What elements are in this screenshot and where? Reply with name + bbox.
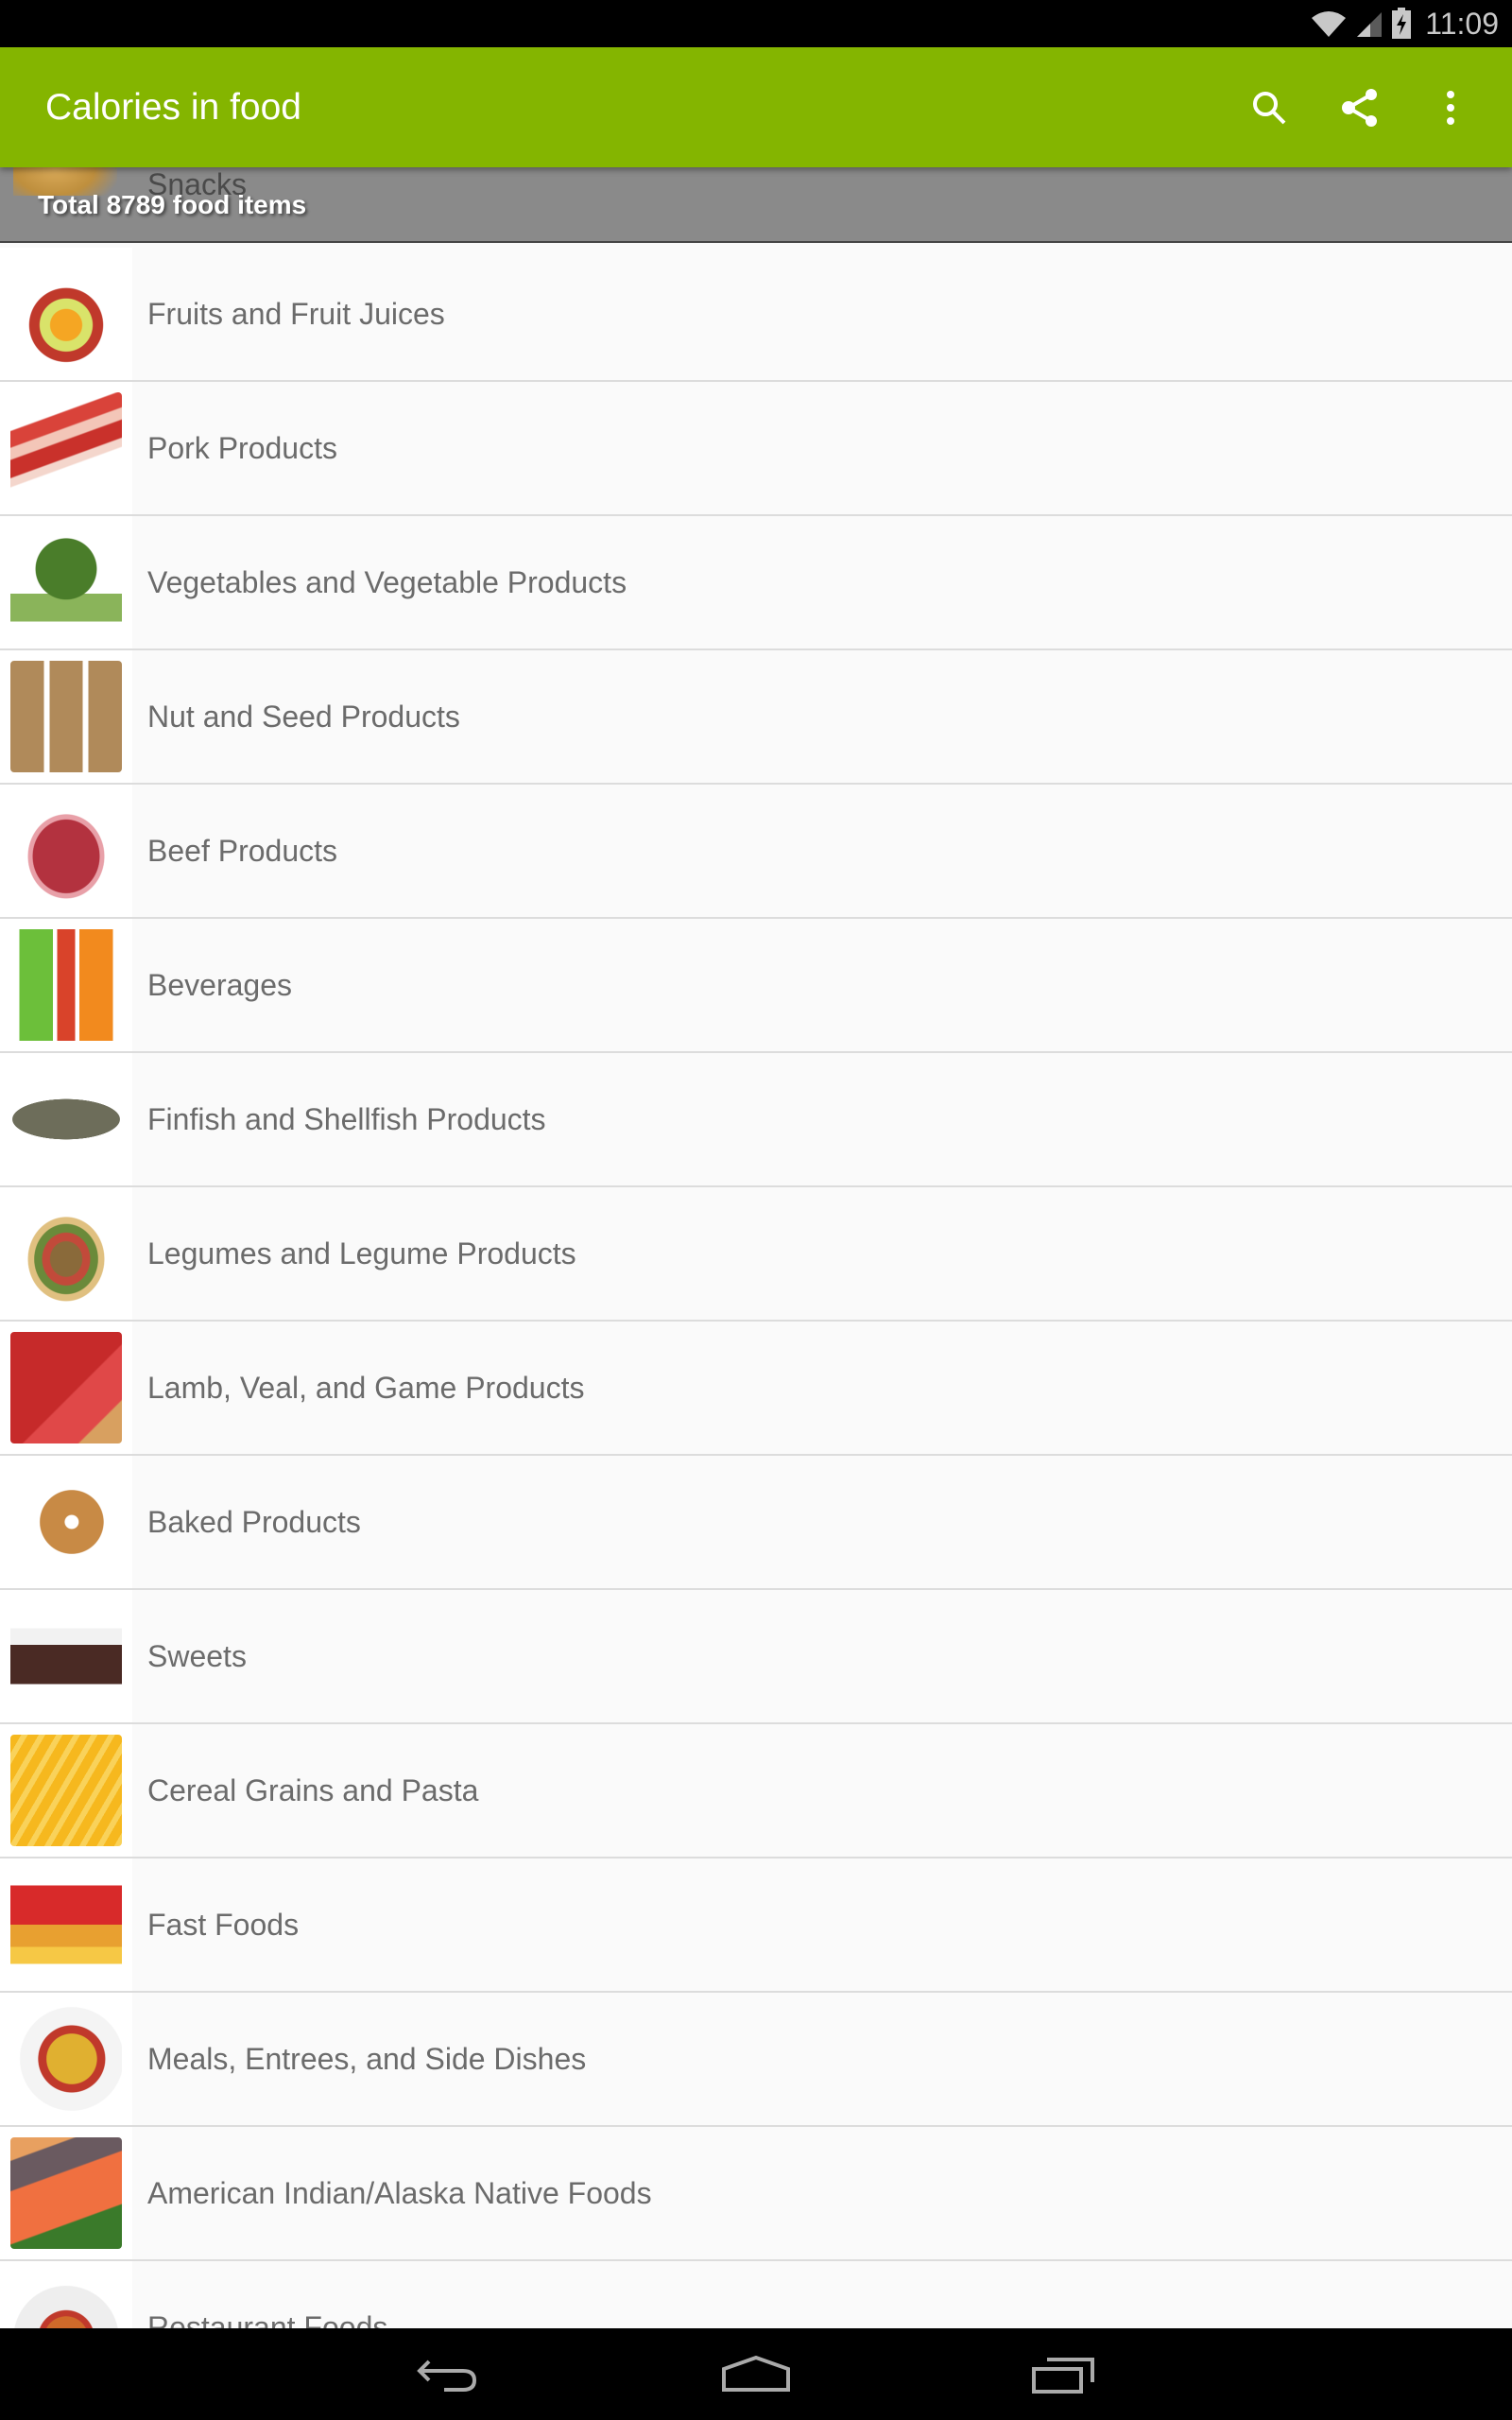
broccoli-image: [10, 527, 122, 638]
category-label: Lamb, Veal, and Game Products: [147, 1371, 585, 1405]
category-label: Vegetables and Vegetable Products: [147, 565, 627, 599]
category-label: Beef Products: [147, 834, 337, 868]
thumbnail-cell: [0, 785, 132, 917]
recents-button[interactable]: [1011, 2343, 1115, 2406]
category-row[interactable]: Legumes and Legume Products: [0, 1187, 1512, 1322]
home-icon: [722, 2356, 790, 2392]
status-bar: 11:09: [0, 0, 1512, 47]
category-row[interactable]: Fast Foods: [0, 1858, 1512, 1993]
beverages-image: [10, 929, 122, 1041]
share-button[interactable]: [1326, 74, 1394, 142]
fast-food-image: [10, 1869, 122, 1980]
thumbnail-cell: [0, 1590, 132, 1722]
salmon-image: [10, 2137, 122, 2249]
overflow-menu-button[interactable]: [1417, 74, 1485, 142]
category-row[interactable]: Vegetables and Vegetable Products: [0, 516, 1512, 650]
thumbnail-cell: [0, 650, 132, 783]
nuts-seeds-image: [10, 661, 122, 772]
home-button[interactable]: [704, 2343, 808, 2406]
category-label: Beverages: [147, 968, 292, 1002]
category-row[interactable]: Beef Products: [0, 785, 1512, 919]
thumbnail-cell: [0, 2127, 132, 2259]
share-icon: [1342, 89, 1377, 127]
category-row[interactable]: Sweets: [0, 1590, 1512, 1724]
cell-signal-icon: [1357, 12, 1383, 37]
fish-image: [10, 1063, 122, 1175]
fruit-juice-image: [10, 258, 122, 370]
total-food-items: Total 8789 food items: [38, 190, 307, 219]
meal-bowl-image: [10, 2003, 122, 2115]
back-icon: [417, 2360, 477, 2392]
category-label: Sweets: [147, 1639, 247, 1673]
category-label: Fruits and Fruit Juices: [147, 297, 445, 331]
raw-meat-image: [10, 1332, 122, 1443]
more-vert-icon: [1447, 91, 1454, 125]
search-button[interactable]: [1235, 74, 1303, 142]
thumbnail-cell: [0, 1456, 132, 1588]
thumbnail-cell: [0, 1322, 132, 1454]
category-row[interactable]: Finfish and Shellfish Products: [0, 1053, 1512, 1187]
thumbnail-cell: [0, 1858, 132, 1991]
category-label: American Indian/Alaska Native Foods: [147, 2176, 652, 2210]
search-icon: [1253, 92, 1286, 125]
thumbnail-cell: [0, 1724, 132, 1857]
app-bar: Calories in food: [0, 47, 1512, 167]
back-button[interactable]: [397, 2343, 501, 2406]
bacon-image: [10, 392, 122, 504]
thumbnail-cell: [0, 382, 132, 514]
category-label: Baked Products: [147, 1505, 361, 1539]
battery-charging-icon: [1392, 8, 1412, 39]
cake-image: [10, 1600, 122, 1712]
clock: 11:09: [1425, 6, 1499, 41]
category-row[interactable]: American Indian/Alaska Native Foods: [0, 2127, 1512, 2261]
category-row[interactable]: Fruits and Fruit Juices: [0, 248, 1512, 382]
category-label: Finfish and Shellfish Products: [147, 1102, 546, 1136]
thumbnail-cell: [0, 1053, 132, 1185]
beef-steak-image: [10, 795, 122, 907]
category-list: Fruits and Fruit Juices Pork Products Vege…: [0, 248, 1512, 2395]
category-row[interactable]: Cereal Grains and Pasta: [0, 1724, 1512, 1858]
status-icons: 11:09: [1310, 0, 1499, 47]
bagel-image: [10, 1466, 122, 1578]
category-label: Legumes and Legume Products: [147, 1236, 576, 1270]
category-label: Nut and Seed Products: [147, 700, 460, 734]
category-label: Pork Products: [147, 431, 337, 465]
list-summary-header: Snacks Total 8789 food items: [0, 167, 1512, 243]
category-label: Fast Foods: [147, 1908, 300, 1942]
category-row[interactable]: Pork Products: [0, 382, 1512, 516]
category-row[interactable]: Lamb, Veal, and Game Products: [0, 1322, 1512, 1456]
recents-icon: [1032, 2358, 1094, 2394]
thumbnail-cell: [0, 1187, 132, 1320]
app-title: Calories in food: [45, 87, 301, 128]
pasta-image: [10, 1735, 122, 1846]
thumbnail-cell: [0, 919, 132, 1051]
wifi-icon: [1312, 11, 1347, 37]
category-row[interactable]: Beverages: [0, 919, 1512, 1053]
thumbnail-cell: [0, 248, 132, 380]
category-row[interactable]: Nut and Seed Products: [0, 650, 1512, 785]
category-row[interactable]: Meals, Entrees, and Side Dishes: [0, 1993, 1512, 2127]
category-row[interactable]: Baked Products: [0, 1456, 1512, 1590]
navigation-bar: [0, 2328, 1512, 2420]
category-label: Meals, Entrees, and Side Dishes: [147, 2042, 587, 2076]
thumbnail-cell: [0, 516, 132, 648]
legumes-image: [10, 1198, 122, 1309]
category-label: Cereal Grains and Pasta: [147, 1773, 479, 1807]
thumbnail-cell: [0, 1993, 132, 2125]
